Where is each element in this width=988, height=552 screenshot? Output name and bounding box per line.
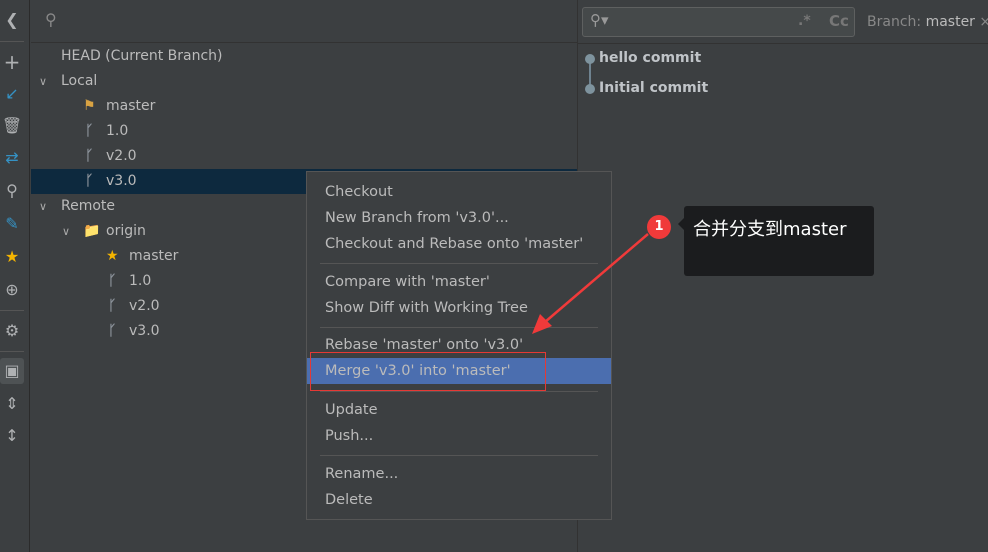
arrow-line — [544, 233, 649, 323]
annotation-arrow — [532, 233, 649, 334]
annotation-number-badge: 1 — [647, 215, 671, 239]
annotation-tooltip: 合并分支到master — [678, 206, 874, 276]
